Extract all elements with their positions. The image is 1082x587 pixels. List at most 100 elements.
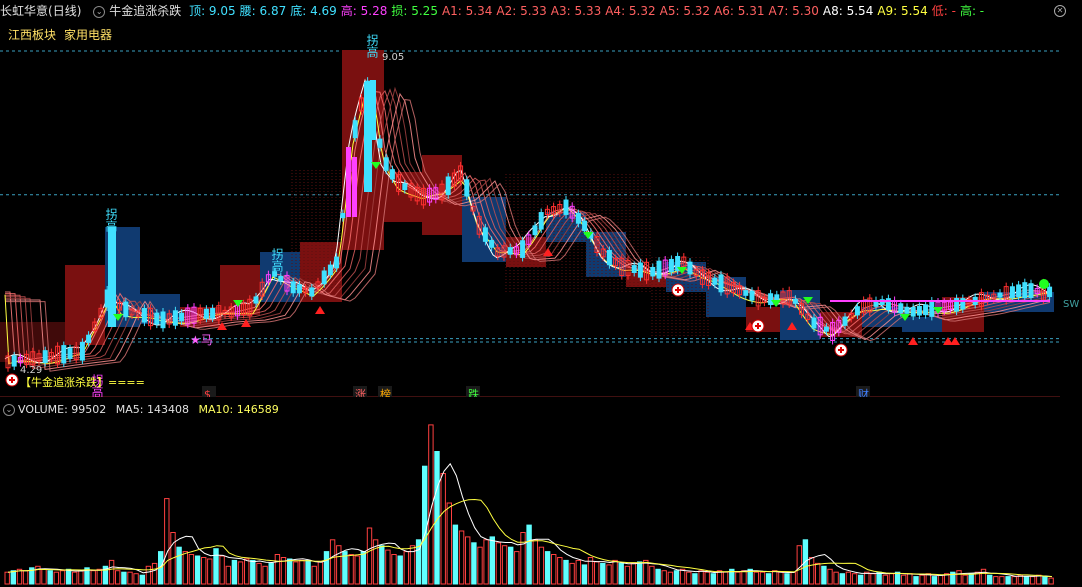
volume-bar	[477, 546, 483, 585]
volume-bar	[305, 559, 311, 585]
volume-bar	[354, 555, 360, 585]
ma5-value: 143408	[147, 403, 189, 416]
candle-body	[389, 169, 395, 180]
signal-dot	[1039, 279, 1049, 289]
indicator-item: 腰: 6.87	[239, 4, 287, 18]
candle-body	[67, 348, 73, 359]
candle-body	[854, 306, 860, 316]
candle-body	[464, 179, 470, 197]
volume-bar	[643, 559, 649, 585]
volume-bar	[667, 571, 674, 585]
volume-bar	[489, 536, 496, 585]
candle-body	[290, 281, 296, 294]
volume-bar	[440, 473, 446, 585]
volume-bar	[901, 574, 907, 585]
stock-name: 长虹华意	[0, 4, 49, 18]
volume-bar	[121, 571, 127, 585]
candle-body	[489, 239, 495, 248]
indicator-item: A1: 5.34	[441, 4, 493, 18]
volume-bar	[41, 568, 47, 585]
candle-body	[910, 306, 916, 317]
volume-bar	[231, 559, 238, 585]
volume-bar	[741, 570, 747, 585]
volume-bar	[637, 561, 643, 585]
candle-body	[61, 345, 67, 364]
volume-bar	[213, 548, 219, 585]
volume-bar	[514, 551, 520, 585]
volume-bar	[710, 573, 716, 585]
candle-body	[811, 317, 817, 329]
candle-body	[1047, 286, 1053, 298]
event-marker: 榜	[380, 387, 391, 397]
volume-header: ⌄ VOLUME: 99502 MA5: 143408 MA10: 146589	[0, 402, 279, 418]
volume-bar	[772, 570, 778, 585]
volume-bar	[465, 536, 471, 585]
candle-body	[203, 308, 209, 319]
volume-bar	[397, 555, 403, 585]
indicator-values: 顶: 9.05 腰: 6.87 底: 4.69 高: 5.28 损: 5.25 A1: 5…	[189, 4, 988, 18]
volume-bar	[379, 545, 385, 585]
volume-bar	[182, 551, 189, 585]
candle-body	[749, 290, 755, 301]
candle-body	[377, 138, 383, 148]
candle-body	[929, 300, 935, 317]
close-icon[interactable]: ✕	[1054, 5, 1066, 17]
volume-bar	[649, 565, 655, 585]
indicator-toggle-icon[interactable]: ⌄	[93, 5, 106, 18]
candle-body	[253, 296, 259, 304]
volume-bar	[526, 524, 532, 585]
volume-bar	[360, 551, 367, 585]
volume-bar	[618, 562, 624, 585]
volume-bar	[90, 570, 96, 585]
volume-bar	[815, 562, 821, 585]
candle-body	[296, 284, 302, 294]
candle-body	[309, 287, 315, 297]
volume-bar	[108, 559, 115, 585]
candle-body	[668, 258, 674, 273]
event-marker: $	[204, 388, 211, 397]
indicator-item: A8: 5.54	[822, 4, 874, 18]
candle-body	[1009, 286, 1015, 299]
event-marker: 财	[858, 387, 869, 397]
volume-bar	[385, 549, 391, 585]
low-price-label: 4.29	[20, 365, 42, 376]
candle-body	[637, 262, 643, 278]
indicator-annotation: 【牛金追涨杀跌】====	[20, 375, 145, 389]
volume-bar	[483, 539, 489, 585]
volume-bar	[299, 559, 305, 585]
candle-body	[1022, 282, 1028, 299]
volume-bar	[594, 561, 600, 585]
volume-bar	[956, 570, 962, 585]
signal-label: 拐高	[104, 207, 118, 233]
candle-body	[272, 271, 278, 277]
volume-bar	[201, 557, 207, 585]
volume-bar	[851, 573, 858, 585]
candle-body	[792, 298, 798, 304]
volume-bar	[919, 574, 925, 585]
price-chart[interactable]: 9.054.29SW拐高拐高拐高拐高★马【牛金追涨杀跌】====$ 涨榜跌财	[0, 22, 1082, 397]
volume-bar	[980, 568, 987, 585]
candle-body	[606, 249, 612, 266]
indicator-item: A9: 5.54	[877, 4, 928, 18]
volume-toggle-icon[interactable]: ⌄	[3, 404, 15, 416]
volume-chart	[4, 424, 1054, 585]
volume-bar	[778, 571, 784, 585]
candle-body	[743, 290, 749, 296]
volume-bar	[612, 559, 618, 585]
volume-bar	[268, 562, 274, 585]
right-edge-label: SW	[1063, 299, 1079, 310]
volume-bar	[115, 570, 121, 585]
candle-body	[768, 293, 774, 306]
volume-bar	[1048, 577, 1054, 585]
volume-bar	[244, 558, 250, 585]
volume-bar	[876, 571, 882, 585]
candle-body	[210, 308, 216, 319]
volume-bar	[329, 539, 336, 585]
candle-body	[507, 247, 513, 255]
volume-bar	[722, 571, 729, 585]
volume-bar	[520, 532, 526, 585]
volume-bar	[127, 571, 133, 585]
candle-body	[108, 227, 116, 327]
volume-bar	[446, 502, 453, 585]
volume-bar	[96, 568, 102, 585]
